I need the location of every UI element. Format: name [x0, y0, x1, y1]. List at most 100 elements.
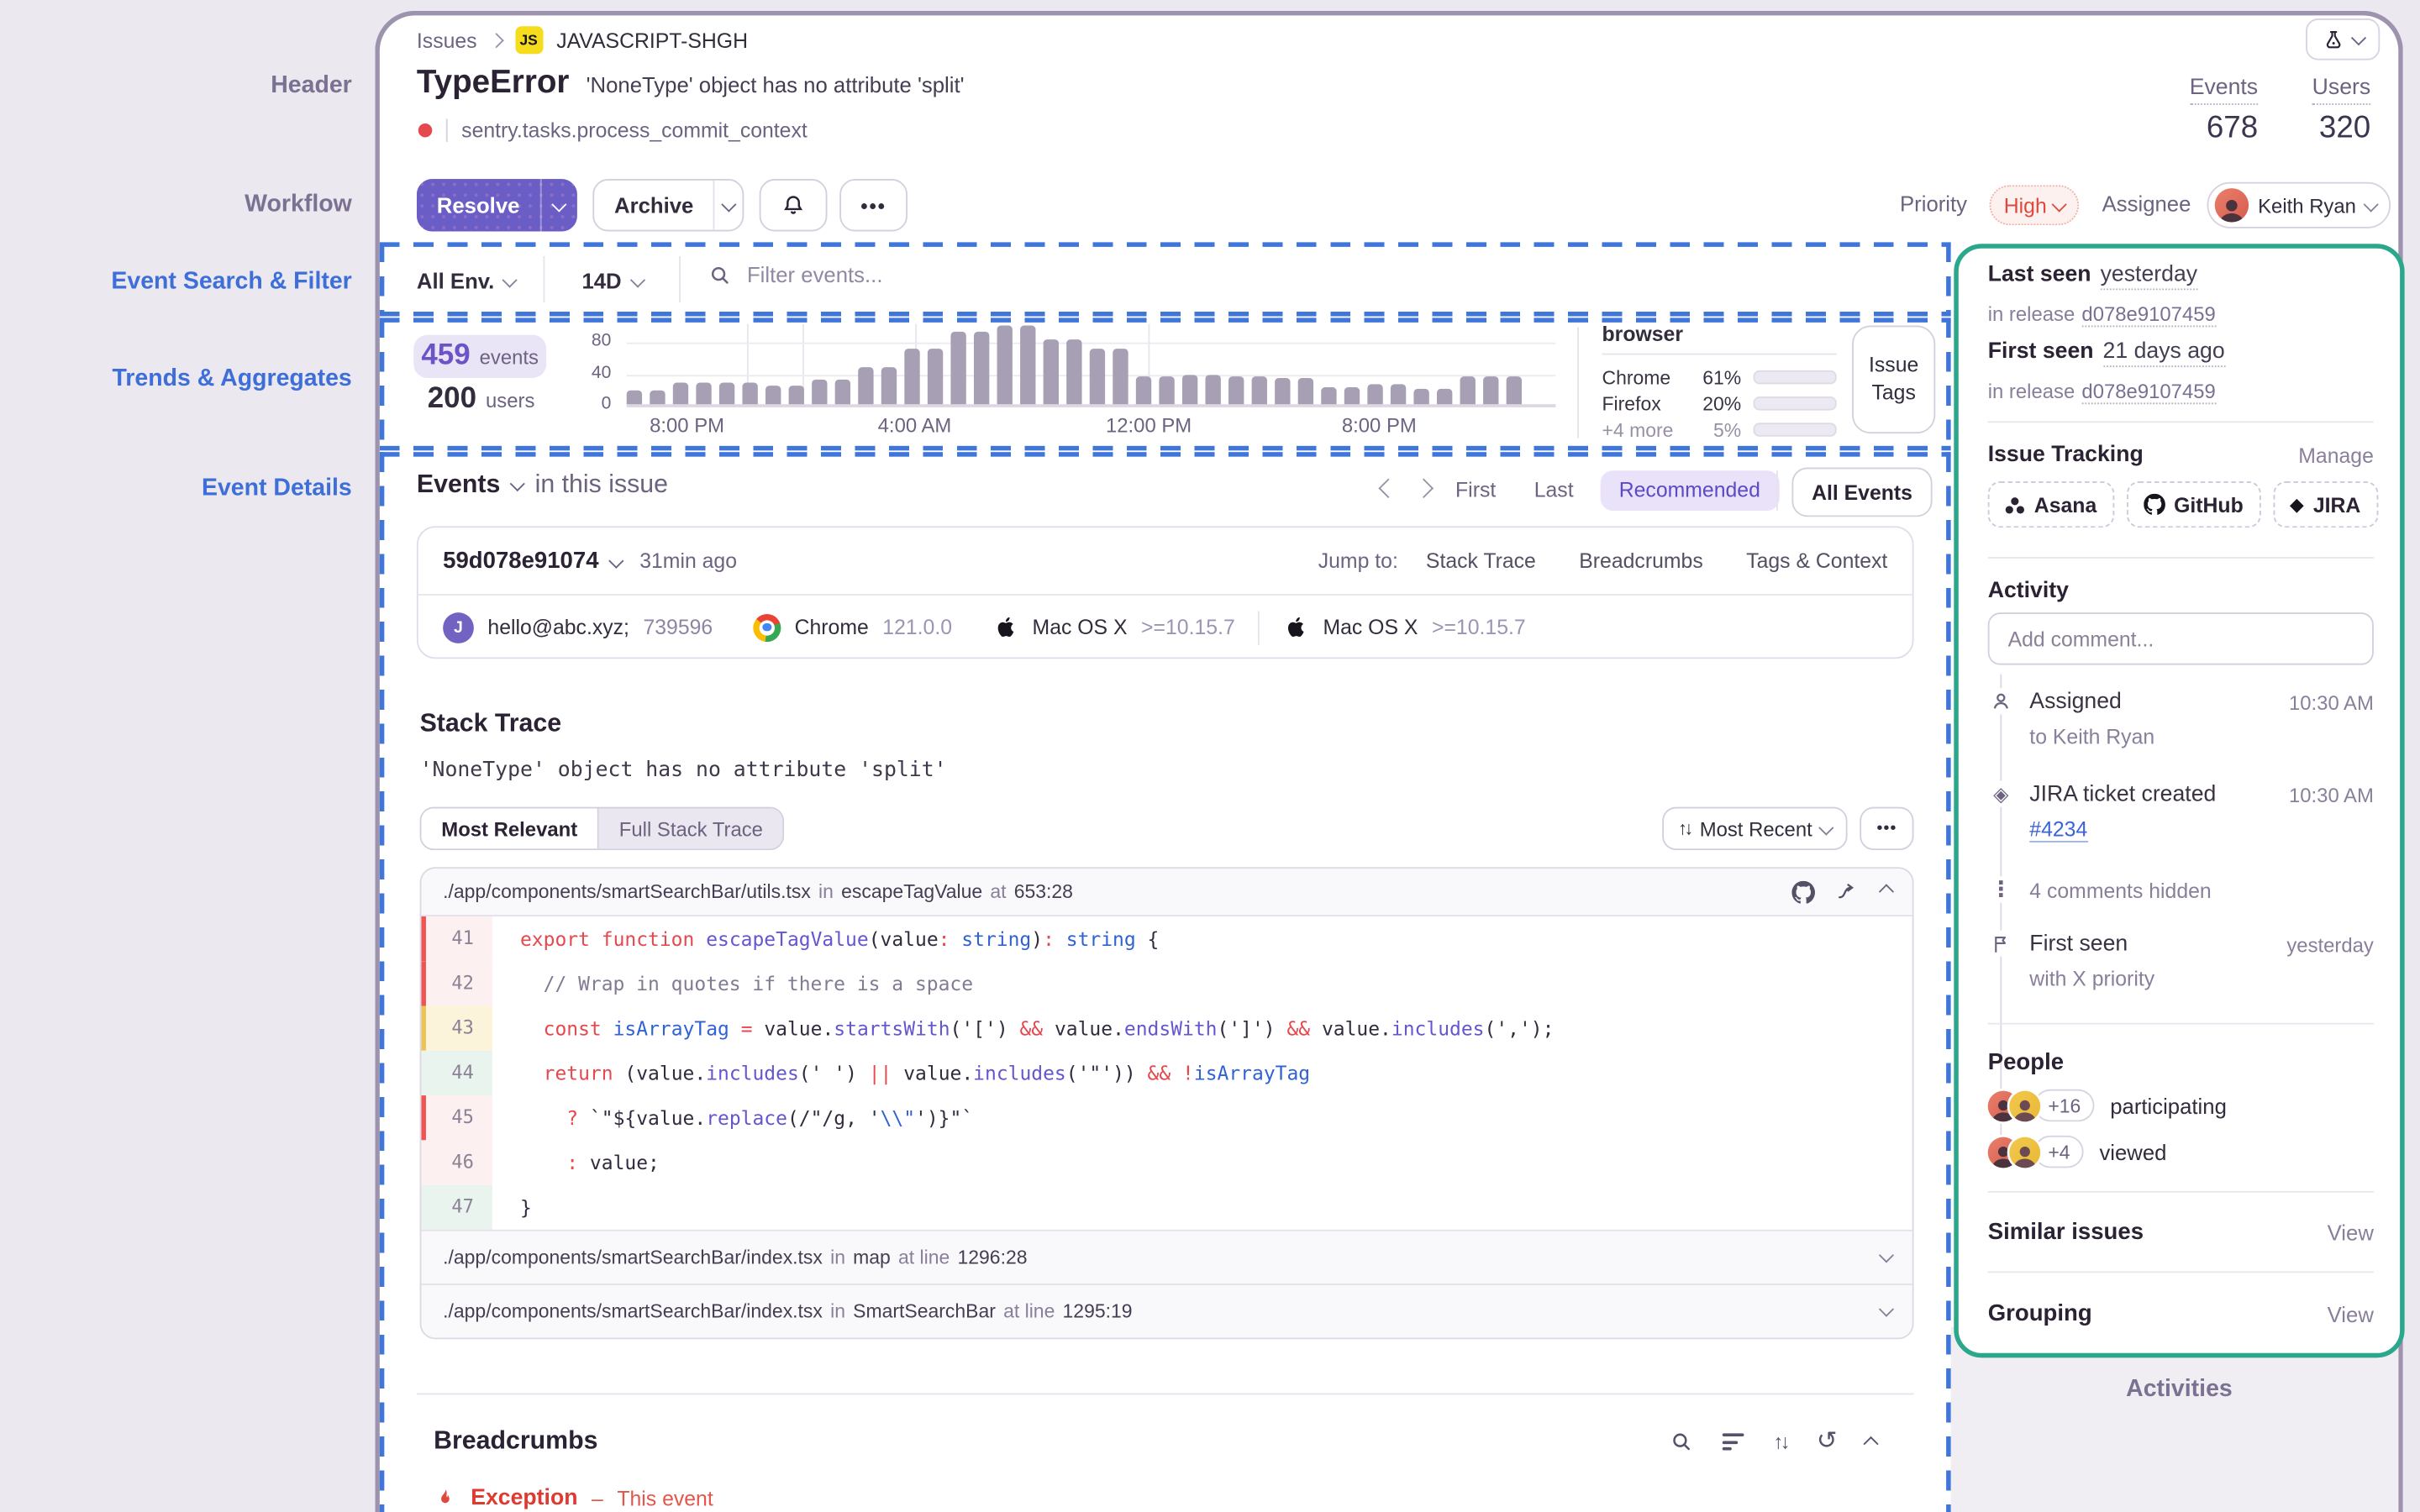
breadcrumb-project: JAVASCRIPT-SHGH [556, 28, 749, 52]
issue-tags-button[interactable]: Issue Tags [1852, 325, 1936, 434]
event-id[interactable]: 59d078e91074 [443, 548, 598, 574]
activity-sub: to Keith Ryan [2029, 725, 2155, 748]
resolve-dropdown[interactable] [541, 197, 577, 211]
tag-row-more[interactable]: +4 more 5% [1602, 417, 1837, 443]
events-stat: Events 678 [2158, 74, 2259, 146]
similar-issues-view-link[interactable]: View [2296, 1221, 2374, 1245]
breadcrumb-issues-link[interactable]: Issues [417, 29, 477, 52]
experiment-menu-button[interactable] [2306, 18, 2381, 60]
manage-link[interactable]: Manage [2296, 444, 2374, 468]
release-link[interactable]: d078e9107459 [2081, 379, 2216, 405]
code-line: 42 // Wrap in quotes if there is a space [421, 961, 1912, 1006]
tag-row[interactable]: Firefox 20% [1602, 391, 1837, 417]
grouping-view-link[interactable]: View [2296, 1302, 2374, 1326]
github-button[interactable]: GitHub [2126, 481, 2260, 528]
event-search-input[interactable]: Filter events... [708, 262, 882, 287]
frame-header[interactable]: ./app/components/smartSearchBar/utils.ts… [421, 869, 1912, 917]
resolve-label: Resolve [436, 192, 520, 218]
breadcrumb-row-exception[interactable]: Exception – This event [434, 1486, 713, 1510]
more-people-badge[interactable]: +4 [2033, 1135, 2085, 1168]
tag-percent: 5% [1712, 418, 1742, 441]
jump-link-stack-trace[interactable]: Stack Trace [1426, 549, 1536, 573]
environment-filter[interactable]: All Env. [417, 265, 518, 297]
chevron-down-icon [2052, 197, 2067, 211]
last-seen-row: Last seen yesterday [1988, 262, 2198, 291]
sort-arrows-icon[interactable]: ↑↓ [1773, 1431, 1790, 1454]
first-seen-value[interactable]: 21 days ago [2102, 339, 2225, 368]
last-event-button[interactable]: Last [1534, 478, 1574, 501]
users-stat-value: 320 [2318, 111, 2371, 145]
filter-icon[interactable] [1722, 1433, 1744, 1451]
events-count-pill[interactable]: 459 events [413, 334, 547, 378]
user-id: 739596 [643, 615, 713, 639]
events-stat-value: 678 [2206, 111, 2259, 145]
similar-issues-title: Similar issues [1987, 1219, 2144, 1246]
date-range-filter[interactable]: 14D [581, 265, 644, 297]
priority-dropdown[interactable]: High [1989, 185, 2080, 226]
frame-options-button[interactable]: ••• [1860, 806, 1914, 851]
chevron-down-icon[interactable] [510, 476, 525, 491]
activity-title-jira: JIRA ticket created [2029, 782, 2217, 807]
jira-button[interactable]: ◆ JIRA [2272, 481, 2378, 528]
more-actions-button[interactable]: ••• [839, 179, 908, 232]
users-count-row[interactable]: 200 users [428, 383, 535, 417]
chevron-down-icon [1819, 820, 1834, 834]
expand-frame-icon[interactable] [1878, 1247, 1893, 1263]
tab-full-stack-trace[interactable]: Full Stack Trace [598, 808, 783, 849]
y-tick-80: 80 [591, 331, 612, 350]
add-comment-input[interactable]: Add comment... [1987, 612, 2374, 665]
all-events-button[interactable]: All Events [1791, 467, 1933, 517]
chevron-down-icon [2351, 30, 2365, 45]
search-icon[interactable] [1670, 1431, 1693, 1454]
tab-most-relevant[interactable]: Most Relevant [421, 808, 599, 849]
last-seen-value[interactable]: yesterday [2100, 262, 2198, 291]
recommended-toggle[interactable]: Recommended [1600, 470, 1779, 511]
events-title[interactable]: Events [417, 470, 500, 500]
activity-time: 10:30 AM [2288, 690, 2374, 715]
divider [679, 255, 681, 302]
github-icon[interactable] [1791, 879, 1815, 904]
users-count-unit: users [486, 388, 535, 412]
avatar[interactable] [2009, 1089, 2041, 1121]
sort-label: Most Recent [1699, 816, 1812, 841]
jira-ticket-link[interactable]: #4234 [2029, 817, 2088, 843]
release-link[interactable]: d078e9107459 [2081, 302, 2216, 328]
client-os-name: Mac OS X [1323, 615, 1418, 639]
more-people-badge[interactable]: +16 [2033, 1089, 2095, 1122]
breadcrumb: Issues JS JAVASCRIPT-SHGH [417, 24, 748, 55]
activity-title-assigned: Assigned [2029, 690, 2122, 715]
jump-link-breadcrumbs[interactable]: Breadcrumbs [1579, 549, 1702, 573]
archive-dropdown[interactable] [715, 197, 742, 211]
tag-percent: 20% [1702, 392, 1742, 415]
events-stat-label[interactable]: Events [2189, 75, 2259, 105]
apple-icon [997, 617, 1014, 638]
first-event-button[interactable]: First [1455, 478, 1496, 501]
replay-icon[interactable]: ↺ [1817, 1430, 1838, 1454]
events-count-unit: events [479, 344, 539, 369]
collapse-section-icon[interactable] [1864, 1436, 1879, 1452]
issue-tags-label: Issue Tags [1869, 353, 1919, 405]
sentry-issue-page: Header Workflow Event Search & Filter Tr… [0, 0, 2420, 1512]
collapsed-frame[interactable]: ./app/components/smartSearchBar/index.ts… [421, 1229, 1912, 1284]
collapse-frame-icon[interactable] [1878, 885, 1893, 900]
collapsed-frame[interactable]: ./app/components/smartSearchBar/index.ts… [421, 1284, 1912, 1338]
expand-frame-icon[interactable] [1878, 1302, 1893, 1316]
avatar[interactable] [2009, 1136, 2041, 1168]
user-email: hello@abc.xyz; [487, 615, 629, 639]
chevron-down-icon[interactable] [608, 554, 623, 569]
sort-button[interactable]: ↑↓ Most Recent [1662, 806, 1848, 851]
subscribe-button[interactable] [759, 179, 828, 232]
chart-x-axis: 8:00 PM 4:00 AM 12:00 PM 8:00 PM [650, 413, 1417, 437]
branch-icon[interactable] [1836, 880, 1860, 904]
users-stat-label[interactable]: Users [2312, 75, 2371, 105]
tag-row[interactable]: Chrome 61% [1602, 364, 1837, 390]
events-bar-chart [626, 323, 1556, 407]
code-block: 41 export function escapeTagValue(value: … [421, 916, 1912, 1230]
archive-button[interactable]: Archive [592, 179, 744, 232]
assignee-dropdown[interactable]: Keith Ryan [2207, 181, 2391, 228]
issue-subtitle: 'NoneType' object has no attribute 'spli… [586, 72, 965, 97]
resolve-button[interactable]: Resolve [416, 179, 577, 232]
asana-button[interactable]: Asana [1987, 481, 2114, 528]
comments-hidden-label[interactable]: 4 comments hidden [2029, 879, 2211, 903]
jump-link-tags-context[interactable]: Tags & Context [1746, 549, 1887, 573]
